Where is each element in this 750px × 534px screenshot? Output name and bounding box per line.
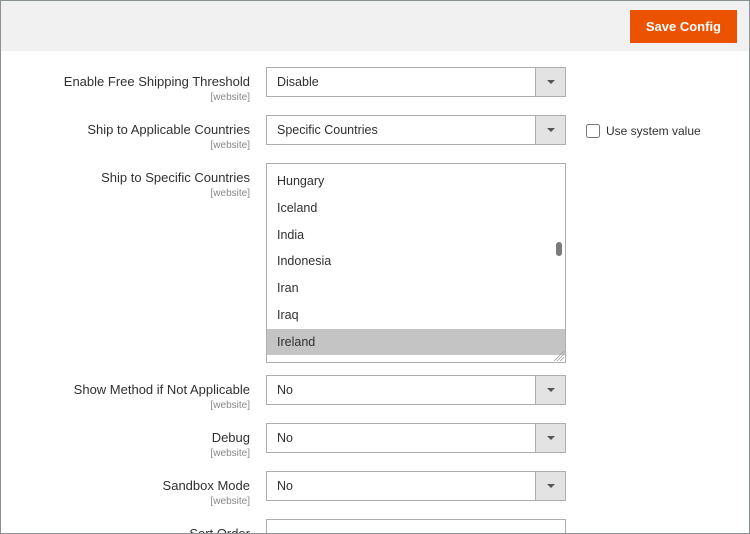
chevron-down-icon [547, 80, 555, 84]
scrollbar-thumb[interactable] [556, 242, 562, 256]
field-show-method: Show Method if Not Applicable [website] … [21, 375, 729, 411]
label-debug: Debug [212, 430, 250, 445]
field-debug: Debug [website] No [21, 423, 729, 459]
select-sandbox-mode[interactable]: No [266, 471, 566, 501]
country-option[interactable]: India [267, 222, 565, 249]
multiselect-specific-countries[interactable]: HungaryIcelandIndiaIndonesiaIranIraqIrel… [266, 163, 566, 363]
country-option[interactable]: Iraq [267, 302, 565, 329]
select-free-shipping[interactable]: Disable [266, 67, 566, 97]
chevron-down-icon [547, 128, 555, 132]
scope-label: [website] [21, 496, 250, 507]
label-specific-countries: Ship to Specific Countries [101, 170, 250, 185]
input-sort-order[interactable] [266, 519, 566, 534]
country-option[interactable]: Hungary [267, 168, 565, 195]
select-show-method[interactable]: No [266, 375, 566, 405]
dropdown-caret-box [535, 424, 565, 452]
label-free-shipping: Enable Free Shipping Threshold [64, 74, 250, 89]
dropdown-caret-box [535, 376, 565, 404]
field-specific-countries: Ship to Specific Countries [website] Hun… [21, 163, 729, 363]
field-free-shipping-threshold: Enable Free Shipping Threshold [website]… [21, 67, 729, 103]
dropdown-caret-box [535, 68, 565, 96]
field-sort-order: Sort Order [website] [21, 519, 729, 534]
label-applicable-countries: Ship to Applicable Countries [87, 122, 250, 137]
scope-label: [website] [21, 400, 250, 411]
dropdown-caret-box [535, 116, 565, 144]
country-option[interactable]: Isle of Man [267, 355, 565, 363]
dropdown-caret-box [535, 472, 565, 500]
use-system-value-label: Use system value [606, 124, 701, 138]
country-option[interactable]: Iran [267, 275, 565, 302]
chevron-down-icon [547, 436, 555, 440]
form-area: Enable Free Shipping Threshold [website]… [1, 51, 749, 534]
country-option[interactable]: Indonesia [267, 248, 565, 275]
country-option[interactable]: Iceland [267, 195, 565, 222]
config-panel: Save Config Enable Free Shipping Thresho… [0, 0, 750, 534]
label-show-method: Show Method if Not Applicable [74, 382, 250, 397]
label-sort-order: Sort Order [189, 526, 250, 534]
scope-label: [website] [21, 140, 250, 151]
select-value: Disable [267, 75, 535, 89]
select-value: No [267, 479, 535, 493]
scrollbar[interactable] [556, 168, 562, 358]
select-debug[interactable]: No [266, 423, 566, 453]
select-value: No [267, 431, 535, 445]
select-value: No [267, 383, 535, 397]
use-system-value-wrap: Use system value [566, 115, 701, 141]
scope-label: [website] [21, 448, 250, 459]
select-value: Specific Countries [267, 123, 535, 137]
select-applicable-countries[interactable]: Specific Countries [266, 115, 566, 145]
use-system-value-checkbox[interactable] [586, 124, 600, 138]
field-sandbox-mode: Sandbox Mode [website] No [21, 471, 729, 507]
scope-label: [website] [21, 92, 250, 103]
label-sandbox-mode: Sandbox Mode [163, 478, 250, 493]
toolbar: Save Config [1, 1, 749, 51]
chevron-down-icon [547, 388, 555, 392]
save-config-button[interactable]: Save Config [630, 10, 737, 43]
resize-handle-icon[interactable] [554, 351, 564, 361]
scope-label: [website] [21, 188, 250, 199]
country-option[interactable]: Ireland [267, 329, 565, 356]
chevron-down-icon [547, 484, 555, 488]
field-applicable-countries: Ship to Applicable Countries [website] S… [21, 115, 729, 151]
